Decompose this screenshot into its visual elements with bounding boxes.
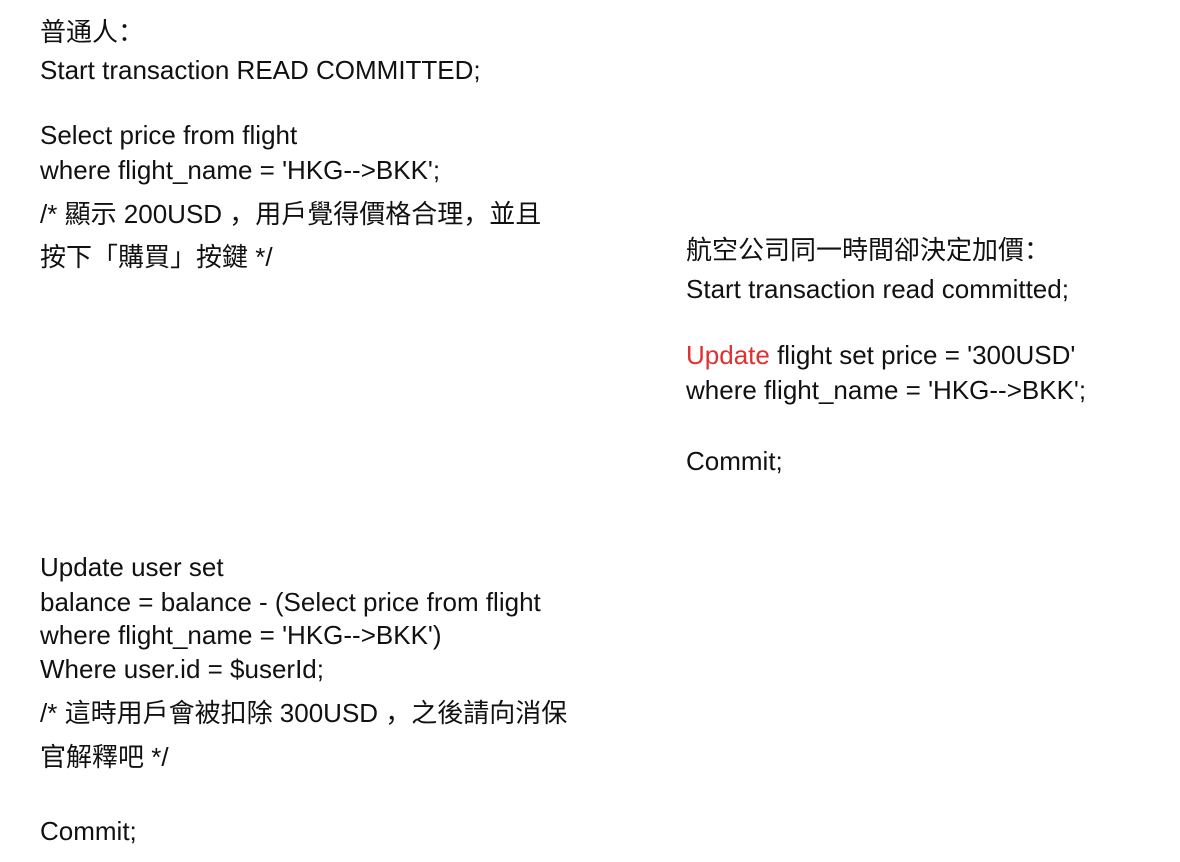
user-comment-2a: /* 這時用戶會被扣除 300USD ，之後請向消保 [40, 698, 568, 728]
airline-heading: 航空公司同一時間卻決定加價： [686, 235, 1051, 265]
user-comment-1b: 按下「購買」按鍵 */ [40, 242, 273, 272]
user-comment-1a: /* 顯示 200USD ，用戶覺得價格合理，並且 [40, 199, 542, 229]
user-update-balance: balance = balance - (Select price from f… [40, 587, 541, 617]
user-start-tx: Start transaction READ COMMITTED; [40, 55, 481, 85]
user-comment-2b: 官解釋吧 */ [40, 742, 169, 772]
airline-update-where: where flight_name = 'HKG-->BKK'; [686, 375, 1087, 405]
update-statement: flight set price = '300USD' [769, 340, 1076, 370]
airline-update: Update flight set price = '300USD' [686, 340, 1075, 370]
user-update: Update user set [40, 552, 224, 582]
update-keyword: Update [686, 340, 770, 370]
user-update-where: where flight_name = 'HKG-->BKK') [40, 620, 442, 650]
user-select: Select price from flight [40, 120, 298, 150]
user-update-id: Where user.id = $userId; [40, 654, 324, 684]
user-heading: 普通人： [40, 17, 145, 47]
airline-start-tx: Start transaction read committed; [686, 274, 1069, 304]
user-commit: Commit; [40, 816, 137, 846]
airline-commit: Commit; [686, 446, 783, 476]
user-select-where: where flight_name = 'HKG-->BKK'; [40, 155, 441, 185]
